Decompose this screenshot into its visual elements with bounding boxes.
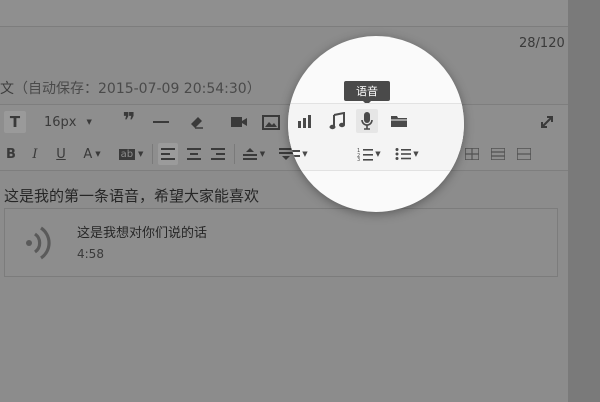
post-body-text[interactable]: 这是我的第一条语音，希望大家能喜欢 [4,185,259,206]
grid-icon[interactable] [488,143,508,165]
editor-toolbar-row-2: B I U A▼ ab▼ ▼ ▼ ▼ [0,138,568,171]
magnifier-spotlight: 语音 ▼ 123 ▼ ▼ [288,36,464,212]
bullet-list-icon[interactable]: ▼ [392,143,422,165]
line-spacing-icon[interactable]: ▼ [288,143,308,165]
voice-message-card[interactable]: 这是我想对你们说的话 4:58 [4,208,558,277]
voice-title: 这是我想对你们说的话 [77,226,208,241]
underline-icon[interactable]: U [52,143,70,165]
voice-tooltip: 语音 [344,81,390,105]
music-icon[interactable] [326,110,348,132]
folder-icon[interactable] [388,110,410,132]
align-left-icon[interactable] [158,143,178,165]
expand-icon[interactable] [536,111,558,133]
spotlight-toolbar-row-1 [288,103,464,139]
image-icon[interactable] [260,111,282,133]
merge-cells-icon[interactable] [514,143,534,165]
font-size-select[interactable]: 16px ▼ [44,111,100,133]
horizontal-rule-icon[interactable] [150,111,172,133]
spotlight-toolbar-row-2: ▼ 123 ▼ ▼ [288,138,464,171]
right-scroll-gutter [568,0,600,402]
font-size-value: 16px [44,114,77,130]
italic-icon[interactable]: I [26,143,44,165]
title-char-counter: 28/120 [519,36,565,51]
top-band [0,0,568,27]
chart-icon[interactable] [294,110,316,132]
blockquote-icon[interactable]: ❞ [118,111,140,133]
chevron-down-icon: ▼ [86,118,92,126]
toolbar-separator [234,144,235,164]
autosave-status: （自动保存：2015-07-09 20:54:30） [14,81,261,97]
voice-duration: 4:58 [77,247,104,261]
table-icon[interactable] [462,143,482,165]
eraser-icon[interactable] [186,111,208,133]
sound-wave-icon [23,225,53,265]
microphone-icon[interactable] [356,109,378,133]
numbered-list-icon[interactable]: 123 ▼ [354,143,384,165]
bold-icon[interactable]: B [2,143,20,165]
line-height-icon[interactable]: ▼ [240,143,268,165]
align-right-icon[interactable] [208,143,228,165]
svg-text:3: 3 [357,157,360,161]
section-label: 正文 [0,81,14,97]
video-icon[interactable] [228,111,250,133]
align-center-icon[interactable] [184,143,204,165]
highlight-icon[interactable]: ab ▼ [114,143,148,165]
text-format-icon[interactable]: T [4,111,26,133]
editor-toolbar-row-1: T 16px ▼ ❞ [0,104,568,139]
font-color-icon[interactable]: A ▼ [78,143,106,165]
document-title-line: 正文（自动保存：2015-07-09 20:54:30） [0,78,261,98]
toolbar-separator [152,144,153,164]
